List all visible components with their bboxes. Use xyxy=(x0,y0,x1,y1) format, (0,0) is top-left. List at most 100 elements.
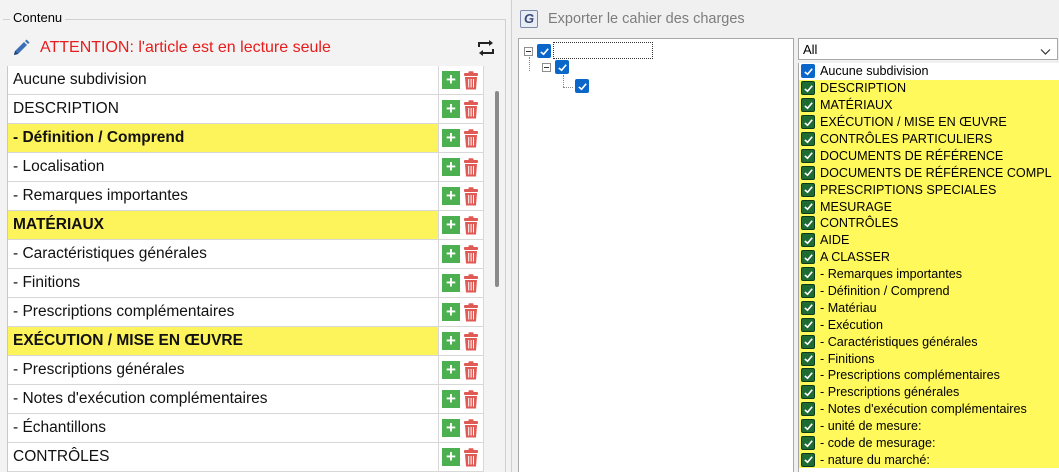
checkbox[interactable] xyxy=(801,385,815,400)
checklist-item[interactable]: EXÉCUTION / MISE EN ŒUVRE xyxy=(799,113,1059,131)
tree-child-checkbox[interactable] xyxy=(555,60,569,74)
checklist-item[interactable]: DESCRIPTION xyxy=(799,79,1059,97)
list-item[interactable]: - Définition / Comprend + xyxy=(8,124,484,153)
checkbox[interactable] xyxy=(801,64,815,79)
checklist-item[interactable]: MATÉRIAUX xyxy=(799,96,1059,114)
trash-icon[interactable] xyxy=(462,447,480,467)
collapse-icon[interactable] xyxy=(524,47,533,56)
pencil-icon[interactable] xyxy=(10,37,32,59)
list-item[interactable]: - Prescriptions complémentaires + xyxy=(8,298,484,327)
scrollbar-thumb[interactable] xyxy=(495,91,499,287)
list-item-label[interactable]: MATÉRIAUX xyxy=(8,211,439,239)
checkbox[interactable] xyxy=(801,368,815,383)
subdivision-checklist[interactable]: Aucune subdivision DESCRIPTION MATÉRIAUX EX… xyxy=(798,63,1059,472)
plus-icon[interactable]: + xyxy=(442,274,460,292)
checklist-item[interactable]: - nature du marché: xyxy=(799,451,1059,469)
trash-icon[interactable] xyxy=(462,331,480,351)
plus-icon[interactable]: + xyxy=(442,448,460,466)
trash-icon[interactable] xyxy=(462,302,480,322)
list-item-label[interactable]: - Échantillons xyxy=(8,414,439,442)
checkbox[interactable] xyxy=(801,233,815,248)
checkbox[interactable] xyxy=(801,284,815,299)
list-item[interactable]: EXÉCUTION / MISE EN ŒUVRE + xyxy=(8,327,484,356)
checkbox[interactable] xyxy=(801,267,815,282)
checkbox[interactable] xyxy=(801,199,815,214)
trash-icon[interactable] xyxy=(462,418,480,438)
plus-icon[interactable]: + xyxy=(442,390,460,408)
plus-icon[interactable]: + xyxy=(442,71,460,89)
checkbox[interactable] xyxy=(801,351,815,366)
trash-icon[interactable] xyxy=(462,186,480,206)
plus-icon[interactable]: + xyxy=(442,129,460,147)
list-item[interactable]: DESCRIPTION + xyxy=(8,95,484,124)
trash-icon[interactable] xyxy=(462,273,480,293)
trash-icon[interactable] xyxy=(462,389,480,409)
list-item[interactable]: - Finitions + xyxy=(8,269,484,298)
list-item-label[interactable]: - Remarques importantes xyxy=(8,182,439,210)
list-item-label[interactable]: - Caractéristiques générales xyxy=(8,240,439,268)
plus-icon[interactable]: + xyxy=(442,419,460,437)
checklist-item[interactable]: AIDE xyxy=(799,231,1059,249)
plus-icon[interactable]: + xyxy=(442,361,460,379)
trash-icon[interactable] xyxy=(462,157,480,177)
trash-icon[interactable] xyxy=(462,215,480,235)
plus-icon[interactable]: + xyxy=(442,332,460,350)
checklist-item[interactable]: - Prescriptions générales xyxy=(799,383,1059,401)
list-item-label[interactable]: Aucune subdivision xyxy=(8,66,439,94)
checkbox[interactable] xyxy=(801,452,815,467)
checklist-item[interactable]: Aucune subdivision xyxy=(799,63,1059,80)
trash-icon[interactable] xyxy=(462,70,480,90)
checkbox[interactable] xyxy=(801,317,815,332)
plus-icon[interactable]: + xyxy=(442,216,460,234)
tree-root-label[interactable] xyxy=(553,42,653,59)
subdivision-list[interactable]: Aucune subdivision + DESCRIPTION + - Définit… xyxy=(7,66,484,472)
checklist-item[interactable]: - Définition / Comprend xyxy=(799,282,1059,300)
list-item-label[interactable]: - Prescriptions complémentaires xyxy=(8,298,439,326)
tree-root-checkbox[interactable] xyxy=(537,44,551,58)
plus-icon[interactable]: + xyxy=(442,303,460,321)
list-item[interactable]: - Remarques importantes + xyxy=(8,182,484,211)
checkbox[interactable] xyxy=(801,250,815,265)
list-item-label[interactable]: - Localisation xyxy=(8,153,439,181)
checkbox[interactable] xyxy=(801,300,815,315)
checkbox[interactable] xyxy=(801,165,815,180)
checkbox[interactable] xyxy=(801,182,815,197)
checklist-item[interactable]: CONTRÔLES PARTICULIERS xyxy=(799,130,1059,148)
chevron-down-icon[interactable] xyxy=(1040,44,1051,59)
trash-icon[interactable] xyxy=(462,99,480,119)
checkbox[interactable] xyxy=(801,148,815,163)
list-item[interactable]: - Notes d'exécution complémentaires + xyxy=(8,385,484,414)
collapse-icon[interactable] xyxy=(542,63,551,72)
list-item[interactable]: - Prescriptions générales + xyxy=(8,356,484,385)
list-item[interactable]: Aucune subdivision + xyxy=(8,66,484,95)
plus-icon[interactable]: + xyxy=(442,245,460,263)
checklist-item[interactable]: - Remarques importantes xyxy=(799,265,1059,283)
export-tree[interactable] xyxy=(518,38,794,472)
checklist-item[interactable]: MESURAGE xyxy=(799,198,1059,216)
checkbox[interactable] xyxy=(801,334,815,349)
swap-icon[interactable] xyxy=(476,38,496,58)
list-item-label[interactable]: DESCRIPTION xyxy=(8,95,439,123)
checklist-item[interactable]: - Finitions xyxy=(799,350,1059,368)
checklist-item[interactable]: - unité de mesure: xyxy=(799,417,1059,435)
filter-select[interactable]: All xyxy=(798,38,1058,60)
list-item-label[interactable]: - Prescriptions générales xyxy=(8,356,439,384)
checkbox[interactable] xyxy=(801,436,815,451)
trash-icon[interactable] xyxy=(462,244,480,264)
checkbox[interactable] xyxy=(801,132,815,146)
checklist-item[interactable]: - Matériau xyxy=(799,299,1059,317)
checklist-item[interactable]: - Caractéristiques générales xyxy=(799,333,1059,351)
checklist-item[interactable]: PRESCRIPTIONS SPECIALES xyxy=(799,181,1059,199)
checklist-item[interactable]: DOCUMENTS DE RÉFÉRENCE COMPL xyxy=(799,164,1059,182)
scrollbar[interactable] xyxy=(490,66,504,472)
plus-icon[interactable]: + xyxy=(442,158,460,176)
checklist-item[interactable]: - Exécution xyxy=(799,316,1059,334)
checklist-item[interactable]: A CLASSER xyxy=(799,248,1059,266)
checkbox[interactable] xyxy=(801,402,815,417)
checkbox[interactable] xyxy=(801,81,815,96)
list-item-label[interactable]: EXÉCUTION / MISE EN ŒUVRE xyxy=(8,327,439,355)
list-item[interactable]: - Caractéristiques générales + xyxy=(8,240,484,269)
checklist-item[interactable]: - code de mesurage: xyxy=(799,434,1059,452)
checklist-item[interactable]: CONTRÔLES xyxy=(799,215,1059,232)
checklist-item[interactable]: - Prescriptions complémentaires xyxy=(799,367,1059,384)
